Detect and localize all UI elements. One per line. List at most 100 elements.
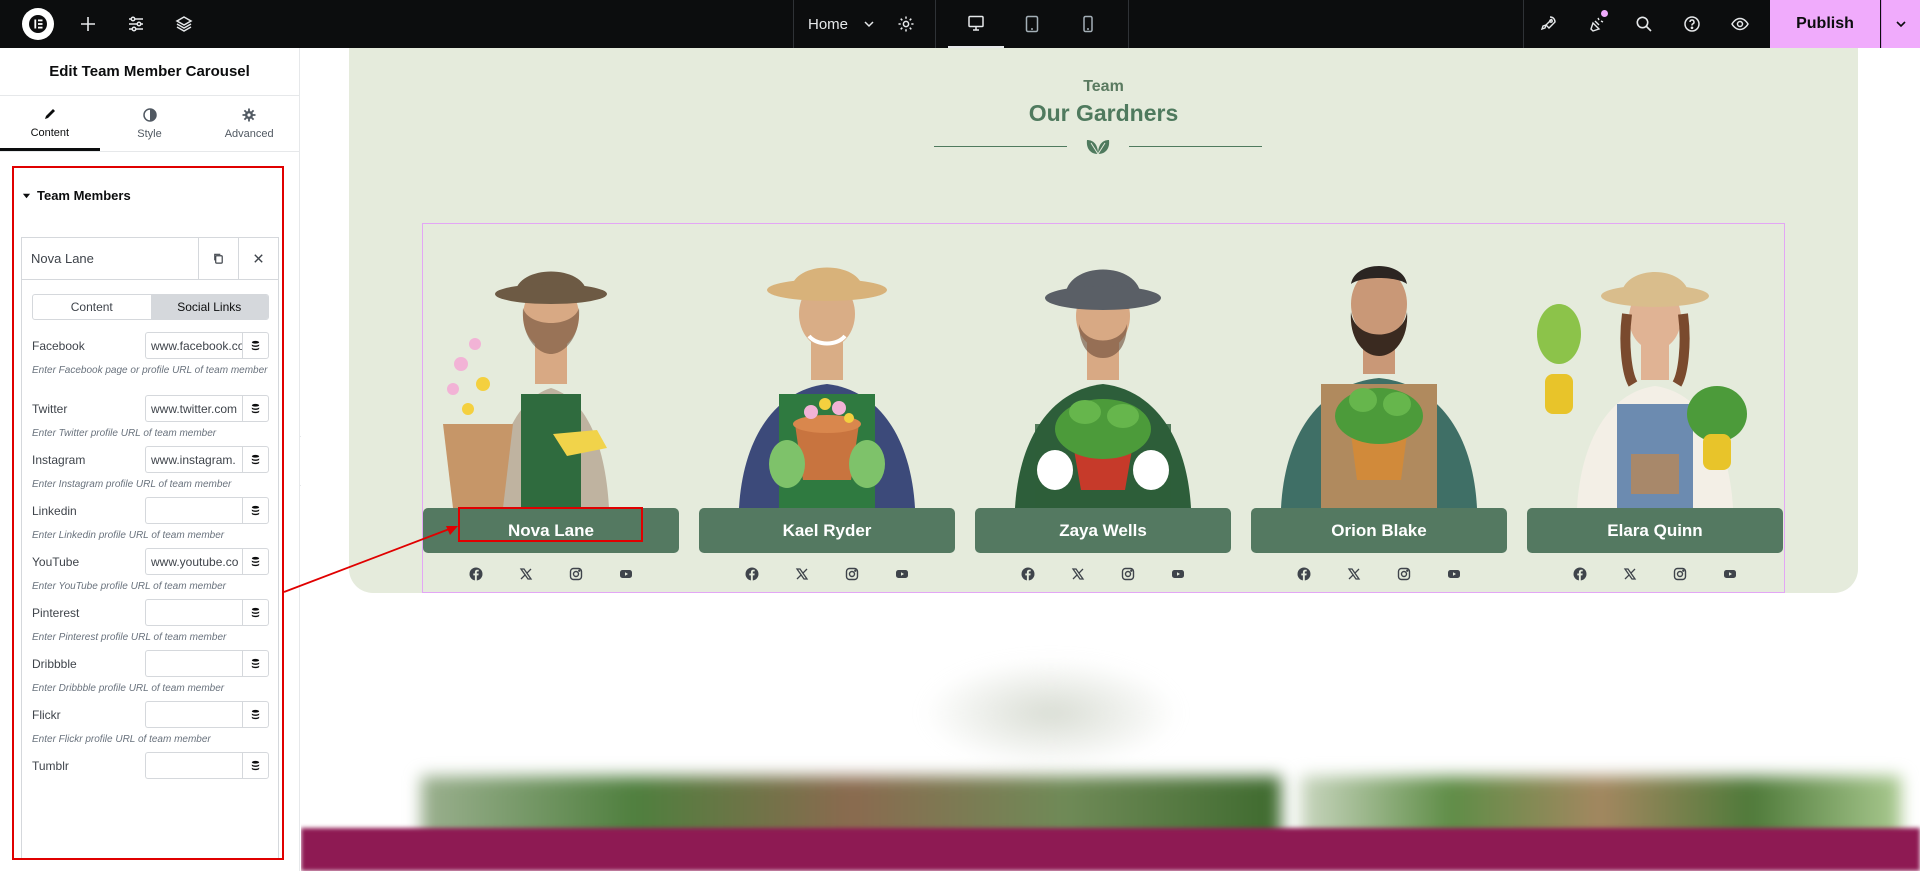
youtube-icon[interactable]	[618, 566, 634, 582]
youtube-icon[interactable]	[1722, 566, 1738, 582]
flickr-url-input[interactable]	[145, 701, 242, 728]
close-icon	[252, 252, 265, 265]
notifications-icon[interactable]	[1572, 0, 1620, 48]
field-help: Enter Pinterest profile URL of team memb…	[32, 632, 227, 643]
database-icon	[250, 760, 261, 771]
section-title: Our Gardners	[1028, 100, 1179, 126]
dribbble-url-input[interactable]	[145, 650, 242, 677]
facebook-icon[interactable]	[1020, 566, 1036, 582]
dynamic-tags-button[interactable]	[242, 332, 269, 359]
add-icon[interactable]	[64, 0, 112, 48]
social-links	[734, 560, 920, 588]
facebook-icon[interactable]	[1296, 566, 1312, 582]
inner-tab-content[interactable]: Content	[33, 295, 151, 319]
section-kicker: Team	[1083, 78, 1124, 95]
dynamic-tags-button[interactable]	[242, 752, 269, 779]
dynamic-tags-button[interactable]	[242, 446, 269, 473]
field-help: Enter Linkedin profile URL of team membe…	[32, 530, 225, 541]
dynamic-tags-button[interactable]	[242, 701, 269, 728]
field-label: Facebook	[32, 338, 85, 353]
search-icon[interactable]	[1620, 0, 1668, 48]
divider	[793, 0, 794, 48]
field-label: Flickr	[32, 707, 61, 722]
preview-eye-icon[interactable]	[1716, 0, 1764, 48]
field-flickr: Flickr Enter Flickr profile URL of team …	[32, 701, 269, 747]
field-label: Twitter	[32, 401, 68, 416]
repeater-item-header[interactable]: Nova Lane	[22, 237, 278, 280]
youtube-icon[interactable]	[894, 566, 910, 582]
field-help: Enter Instagram profile URL of team memb…	[32, 479, 232, 490]
youtube-url-input[interactable]: www.youtube.co	[145, 548, 242, 575]
database-icon	[250, 403, 261, 414]
instagram-icon[interactable]	[1396, 566, 1412, 582]
facebook-icon[interactable]	[744, 566, 760, 582]
elementor-logo-icon[interactable]	[22, 8, 54, 40]
pinterest-url-input[interactable]	[145, 599, 242, 626]
x-twitter-icon[interactable]	[518, 566, 534, 582]
pencil-icon	[42, 106, 58, 122]
field-help: Enter Twitter profile URL of team member	[32, 428, 217, 439]
dynamic-tags-button[interactable]	[242, 548, 269, 575]
desktop-icon[interactable]	[948, 0, 1004, 48]
tablet-icon[interactable]	[1004, 0, 1060, 48]
youtube-icon[interactable]	[1170, 566, 1186, 582]
rocket-icon[interactable]	[1524, 0, 1572, 48]
instagram-icon[interactable]	[844, 566, 860, 582]
mobile-icon[interactable]	[1060, 0, 1116, 48]
instagram-icon[interactable]	[568, 566, 584, 582]
help-icon[interactable]	[1668, 0, 1716, 48]
social-links	[1562, 560, 1748, 588]
tab-advanced[interactable]: Advanced	[199, 96, 299, 151]
team-card: Orion Blake	[1251, 224, 1507, 594]
facebook-icon[interactable]	[1572, 566, 1588, 582]
team-members-section: Team Members Nova Lane Content Social Li…	[12, 166, 284, 860]
dynamic-tags-button[interactable]	[242, 650, 269, 677]
page-selector[interactable]: Home	[808, 0, 876, 48]
youtube-icon[interactable]	[1446, 566, 1462, 582]
leaf-icon	[1082, 134, 1114, 158]
database-icon	[250, 505, 261, 516]
field-help: Enter Facebook page or profile URL of te…	[32, 365, 268, 376]
section-toggle[interactable]: Team Members	[22, 188, 131, 203]
gear-icon[interactable]	[882, 0, 930, 48]
x-twitter-icon[interactable]	[794, 566, 810, 582]
social-links	[1286, 560, 1472, 588]
instagram-icon[interactable]	[1120, 566, 1136, 582]
field-dribbble: Dribbble Enter Dribbble profile URL of t…	[32, 650, 269, 696]
page-canvas: Team Our Gardners Nova Lane Kael Ryder Z…	[301, 48, 1920, 871]
database-icon	[250, 607, 261, 618]
facebook-icon[interactable]	[468, 566, 484, 582]
x-twitter-icon[interactable]	[1346, 566, 1362, 582]
field-tumblr: Tumblr	[32, 752, 269, 779]
x-twitter-icon[interactable]	[1622, 566, 1638, 582]
instagram-icon[interactable]	[1672, 566, 1688, 582]
member-photo	[699, 224, 955, 508]
linkedin-url-input[interactable]	[145, 497, 242, 524]
repeater-item: Nova Lane Content Social Links Facebook …	[21, 237, 279, 858]
dynamic-tags-button[interactable]	[242, 395, 269, 422]
database-icon	[250, 340, 261, 351]
database-icon	[250, 658, 261, 669]
facebook-url-input[interactable]: www.facebook.com	[145, 332, 242, 359]
copy-icon	[212, 252, 225, 265]
member-photo	[1251, 224, 1507, 508]
gear-icon	[241, 107, 257, 123]
sliders-icon[interactable]	[112, 0, 160, 48]
instagram-url-input[interactable]: www.instagram.	[145, 446, 242, 473]
publish-button[interactable]: Publish	[1770, 0, 1880, 48]
tab-content[interactable]: Content	[0, 96, 100, 151]
dynamic-tags-button[interactable]	[242, 599, 269, 626]
layers-icon[interactable]	[160, 0, 208, 48]
notification-dot	[1601, 10, 1608, 17]
tab-style[interactable]: Style	[100, 96, 200, 151]
remove-button[interactable]	[238, 237, 278, 280]
inner-tab-social-links[interactable]: Social Links	[150, 295, 268, 319]
social-links	[1010, 560, 1196, 588]
publish-options-button[interactable]	[1881, 0, 1920, 48]
chevron-down-icon	[862, 17, 876, 31]
duplicate-button[interactable]	[198, 237, 238, 280]
twitter-url-input[interactable]: www.twitter.com	[145, 395, 242, 422]
dynamic-tags-button[interactable]	[242, 497, 269, 524]
tumblr-url-input[interactable]	[145, 752, 242, 779]
x-twitter-icon[interactable]	[1070, 566, 1086, 582]
